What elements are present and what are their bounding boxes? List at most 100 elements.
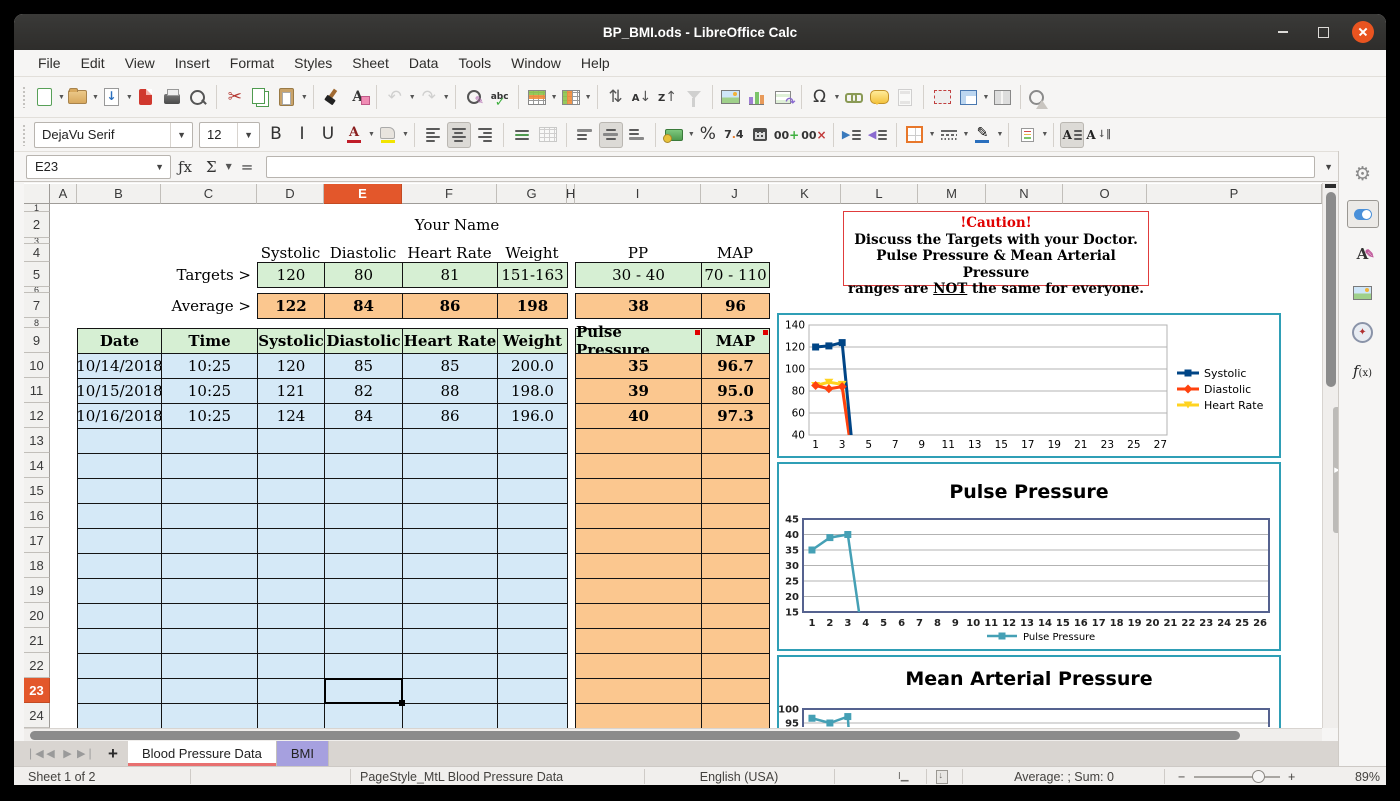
currency-format-icon[interactable] xyxy=(662,122,686,148)
cell-J23[interactable] xyxy=(701,678,770,704)
cell-I14[interactable] xyxy=(575,453,702,479)
cell-G20[interactable] xyxy=(497,603,568,629)
cell-G12[interactable]: 196.0 xyxy=(497,403,568,429)
cell-F20[interactable] xyxy=(402,603,498,629)
copy-icon[interactable] xyxy=(249,84,273,110)
align-top-icon[interactable] xyxy=(573,122,597,148)
paste-dropdown-icon[interactable]: ▼ xyxy=(301,94,308,101)
font-color-dropdown-icon[interactable]: ▼ xyxy=(368,131,375,138)
cell-F15[interactable] xyxy=(402,478,498,504)
column-header-D[interactable]: D xyxy=(257,184,324,204)
cell-G13[interactable] xyxy=(497,428,568,454)
toolbar-grip[interactable] xyxy=(22,124,27,146)
tab-bmi[interactable]: BMI xyxy=(277,741,329,766)
row-header-2[interactable]: 2 xyxy=(24,212,50,238)
open-folder-dropdown-icon[interactable]: ▼ xyxy=(92,94,99,101)
cell-J24[interactable] xyxy=(701,703,770,728)
menu-help[interactable]: Help xyxy=(571,55,620,71)
cell-B20[interactable] xyxy=(77,603,162,629)
average-sum-status[interactable]: Average: ; Sum: 0 xyxy=(974,767,1154,785)
cell-metric-label-I4[interactable]: PP xyxy=(575,244,701,262)
row-header-11[interactable]: 11 xyxy=(24,378,50,403)
table-header-diastolic[interactable]: Diastolic xyxy=(324,328,403,354)
cell-G23[interactable] xyxy=(497,678,568,704)
row-header-4[interactable]: 4 xyxy=(24,244,50,262)
row-header-5[interactable]: 5 xyxy=(24,262,50,287)
add-sheet-button[interactable]: + xyxy=(98,741,128,766)
cell-G16[interactable] xyxy=(497,503,568,529)
menu-edit[interactable]: Edit xyxy=(71,55,115,71)
table-header-systolic[interactable]: Systolic xyxy=(257,328,325,354)
cell-J21[interactable] xyxy=(701,628,770,654)
text-direction-ttb-icon[interactable]: A↓‖ xyxy=(1086,122,1111,148)
row-header-13[interactable]: 13 xyxy=(24,428,50,453)
cell-J17[interactable] xyxy=(701,528,770,554)
cell-metric-label-G4[interactable]: Weight xyxy=(497,244,567,262)
split-window-icon[interactable] xyxy=(990,84,1014,110)
cell-I15[interactable] xyxy=(575,478,702,504)
vertical-split-handle[interactable] xyxy=(1325,184,1336,188)
cell-I13[interactable] xyxy=(575,428,702,454)
cell-G21[interactable] xyxy=(497,628,568,654)
last-sheet-icon[interactable]: ▶❘ xyxy=(77,747,92,760)
cell-I12[interactable]: 40 xyxy=(575,403,702,429)
cell-J16[interactable] xyxy=(701,503,770,529)
row-header-14[interactable]: 14 xyxy=(24,453,50,478)
cell-I21[interactable] xyxy=(575,628,702,654)
cell-E12[interactable]: 84 xyxy=(324,403,403,429)
column-header-H[interactable]: H xyxy=(567,184,575,204)
pivot-table-icon[interactable] xyxy=(771,84,795,110)
cell-metric-label-D4[interactable]: Systolic xyxy=(257,244,324,262)
menu-data[interactable]: Data xyxy=(399,55,449,71)
cell-B22[interactable] xyxy=(77,653,162,679)
cell-J18[interactable] xyxy=(701,553,770,579)
menu-window[interactable]: Window xyxy=(501,55,571,71)
gallery-icon[interactable] xyxy=(1348,280,1378,306)
percent-format-icon[interactable]: % xyxy=(696,122,720,148)
cut-icon[interactable]: ✂ xyxy=(223,84,247,110)
cell-J22[interactable] xyxy=(701,653,770,679)
cell-B23[interactable] xyxy=(77,678,162,704)
cell-average-D7[interactable]: 122 xyxy=(257,293,325,319)
new-document-dropdown-icon[interactable]: ▼ xyxy=(58,94,65,101)
column-header-O[interactable]: O xyxy=(1063,184,1147,204)
mean-arterial-pressure-chart[interactable]: Mean Arterial Pressure10095 xyxy=(777,655,1281,728)
sum-icon[interactable]: Σ xyxy=(199,158,224,176)
horizontal-scrollbar-thumb[interactable] xyxy=(30,731,1240,740)
cell-C19[interactable] xyxy=(161,578,258,604)
menu-view[interactable]: View xyxy=(115,55,165,71)
font-name-select[interactable]: DejaVu Serif▼ xyxy=(34,122,193,148)
page-style-status[interactable]: PageStyle_MtL Blood Pressure Data xyxy=(360,767,563,785)
cell-B17[interactable] xyxy=(77,528,162,554)
menu-format[interactable]: Format xyxy=(220,55,284,71)
center-vertically-icon[interactable] xyxy=(599,122,623,148)
table-header-time[interactable]: Time xyxy=(161,328,258,354)
cell-E23[interactable] xyxy=(324,678,403,704)
cell-C20[interactable] xyxy=(161,603,258,629)
cell-I19[interactable] xyxy=(575,578,702,604)
cell-B12[interactable]: 10/16/2018 xyxy=(77,403,162,429)
cell-G15[interactable] xyxy=(497,478,568,504)
cell-G17[interactable] xyxy=(497,528,568,554)
function-wizard-icon[interactable]: ƒx xyxy=(171,158,199,176)
row-header-19[interactable]: 19 xyxy=(24,578,50,603)
freeze-panes-dropdown-icon[interactable]: ▼ xyxy=(982,94,989,101)
cell-G19[interactable] xyxy=(497,578,568,604)
borders-dropdown-icon[interactable]: ▼ xyxy=(929,131,936,138)
menu-sheet[interactable]: Sheet xyxy=(342,55,399,71)
paste-icon[interactable] xyxy=(275,84,299,110)
cell-F13[interactable] xyxy=(402,428,498,454)
spreadsheet-grid[interactable]: ABCDEFGHIJKLMNOP123456789101112131415161… xyxy=(24,183,1322,728)
conditional-formatting-icon[interactable] xyxy=(1015,122,1039,148)
save-icon[interactable] xyxy=(100,84,124,110)
row-header-7[interactable]: 7 xyxy=(24,293,50,318)
cell-G18[interactable] xyxy=(497,553,568,579)
cell-G10[interactable]: 200.0 xyxy=(497,353,568,379)
cell-D17[interactable] xyxy=(257,528,325,554)
redo-dropdown-icon[interactable]: ▼ xyxy=(443,94,450,101)
cell-average-I7[interactable]: 38 xyxy=(575,293,702,319)
table-header-date[interactable]: Date xyxy=(77,328,162,354)
cell-D24[interactable] xyxy=(257,703,325,728)
column-header-I[interactable]: I xyxy=(575,184,701,204)
cell-G11[interactable]: 198.0 xyxy=(497,378,568,404)
